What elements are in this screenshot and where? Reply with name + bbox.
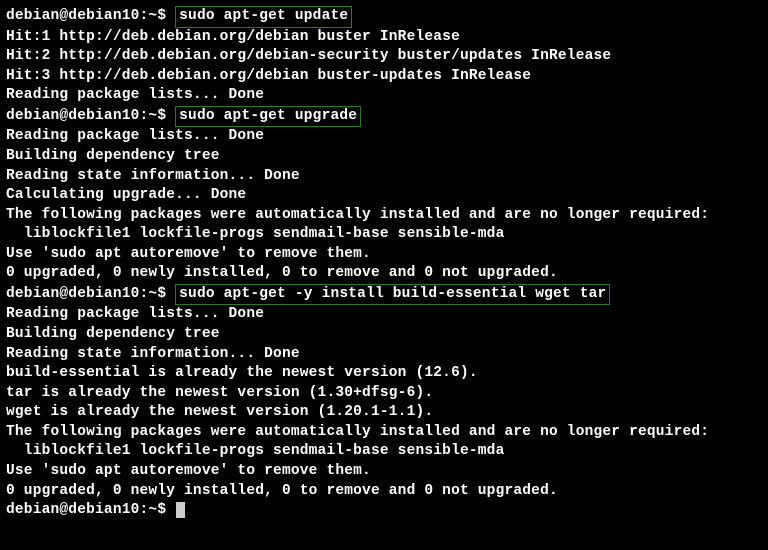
output-line: 0 upgraded, 0 newly installed, 0 to remo… [6, 264, 762, 284]
shell-prompt: debian@debian10:~$ [6, 108, 175, 124]
output-line: Hit:1 http://deb.debian.org/debian buste… [6, 28, 762, 48]
output-line: The following packages were automaticall… [6, 423, 762, 443]
terminal-output: debian@debian10:~$ sudo apt-get update H… [6, 6, 762, 521]
output-line: wget is already the newest version (1.20… [6, 403, 762, 423]
cursor-block [176, 502, 185, 518]
output-line: Use 'sudo apt autoremove' to remove them… [6, 462, 762, 482]
output-line: liblockfile1 lockfile-progs sendmail-bas… [6, 225, 762, 245]
output-line: Reading package lists... Done [6, 127, 762, 147]
output-line: liblockfile1 lockfile-progs sendmail-bas… [6, 442, 762, 462]
output-line: Hit:2 http://deb.debian.org/debian-secur… [6, 47, 762, 67]
output-line: Hit:3 http://deb.debian.org/debian buste… [6, 67, 762, 87]
output-line: Building dependency tree [6, 147, 762, 167]
shell-prompt: debian@debian10:~$ [6, 502, 175, 518]
output-line: Reading state information... Done [6, 345, 762, 365]
shell-prompt: debian@debian10:~$ [6, 8, 175, 24]
output-line: 0 upgraded, 0 newly installed, 0 to remo… [6, 482, 762, 502]
prompt-line-3: debian@debian10:~$ sudo apt-get -y insta… [6, 284, 762, 306]
output-line: Reading package lists... Done [6, 305, 762, 325]
command-highlight: sudo apt-get upgrade [175, 106, 361, 128]
output-line: Calculating upgrade... Done [6, 186, 762, 206]
output-line: Reading package lists... Done [6, 86, 762, 106]
prompt-line-current[interactable]: debian@debian10:~$ [6, 501, 762, 521]
output-line: Reading state information... Done [6, 167, 762, 187]
output-line: The following packages were automaticall… [6, 206, 762, 226]
output-line: tar is already the newest version (1.30+… [6, 384, 762, 404]
prompt-line-1: debian@debian10:~$ sudo apt-get update [6, 6, 762, 28]
command-highlight: sudo apt-get -y install build-essential … [175, 284, 610, 306]
output-line: Use 'sudo apt autoremove' to remove them… [6, 245, 762, 265]
output-line: build-essential is already the newest ve… [6, 364, 762, 384]
prompt-line-2: debian@debian10:~$ sudo apt-get upgrade [6, 106, 762, 128]
shell-prompt: debian@debian10:~$ [6, 286, 175, 302]
output-line: Building dependency tree [6, 325, 762, 345]
command-highlight: sudo apt-get update [175, 6, 352, 28]
